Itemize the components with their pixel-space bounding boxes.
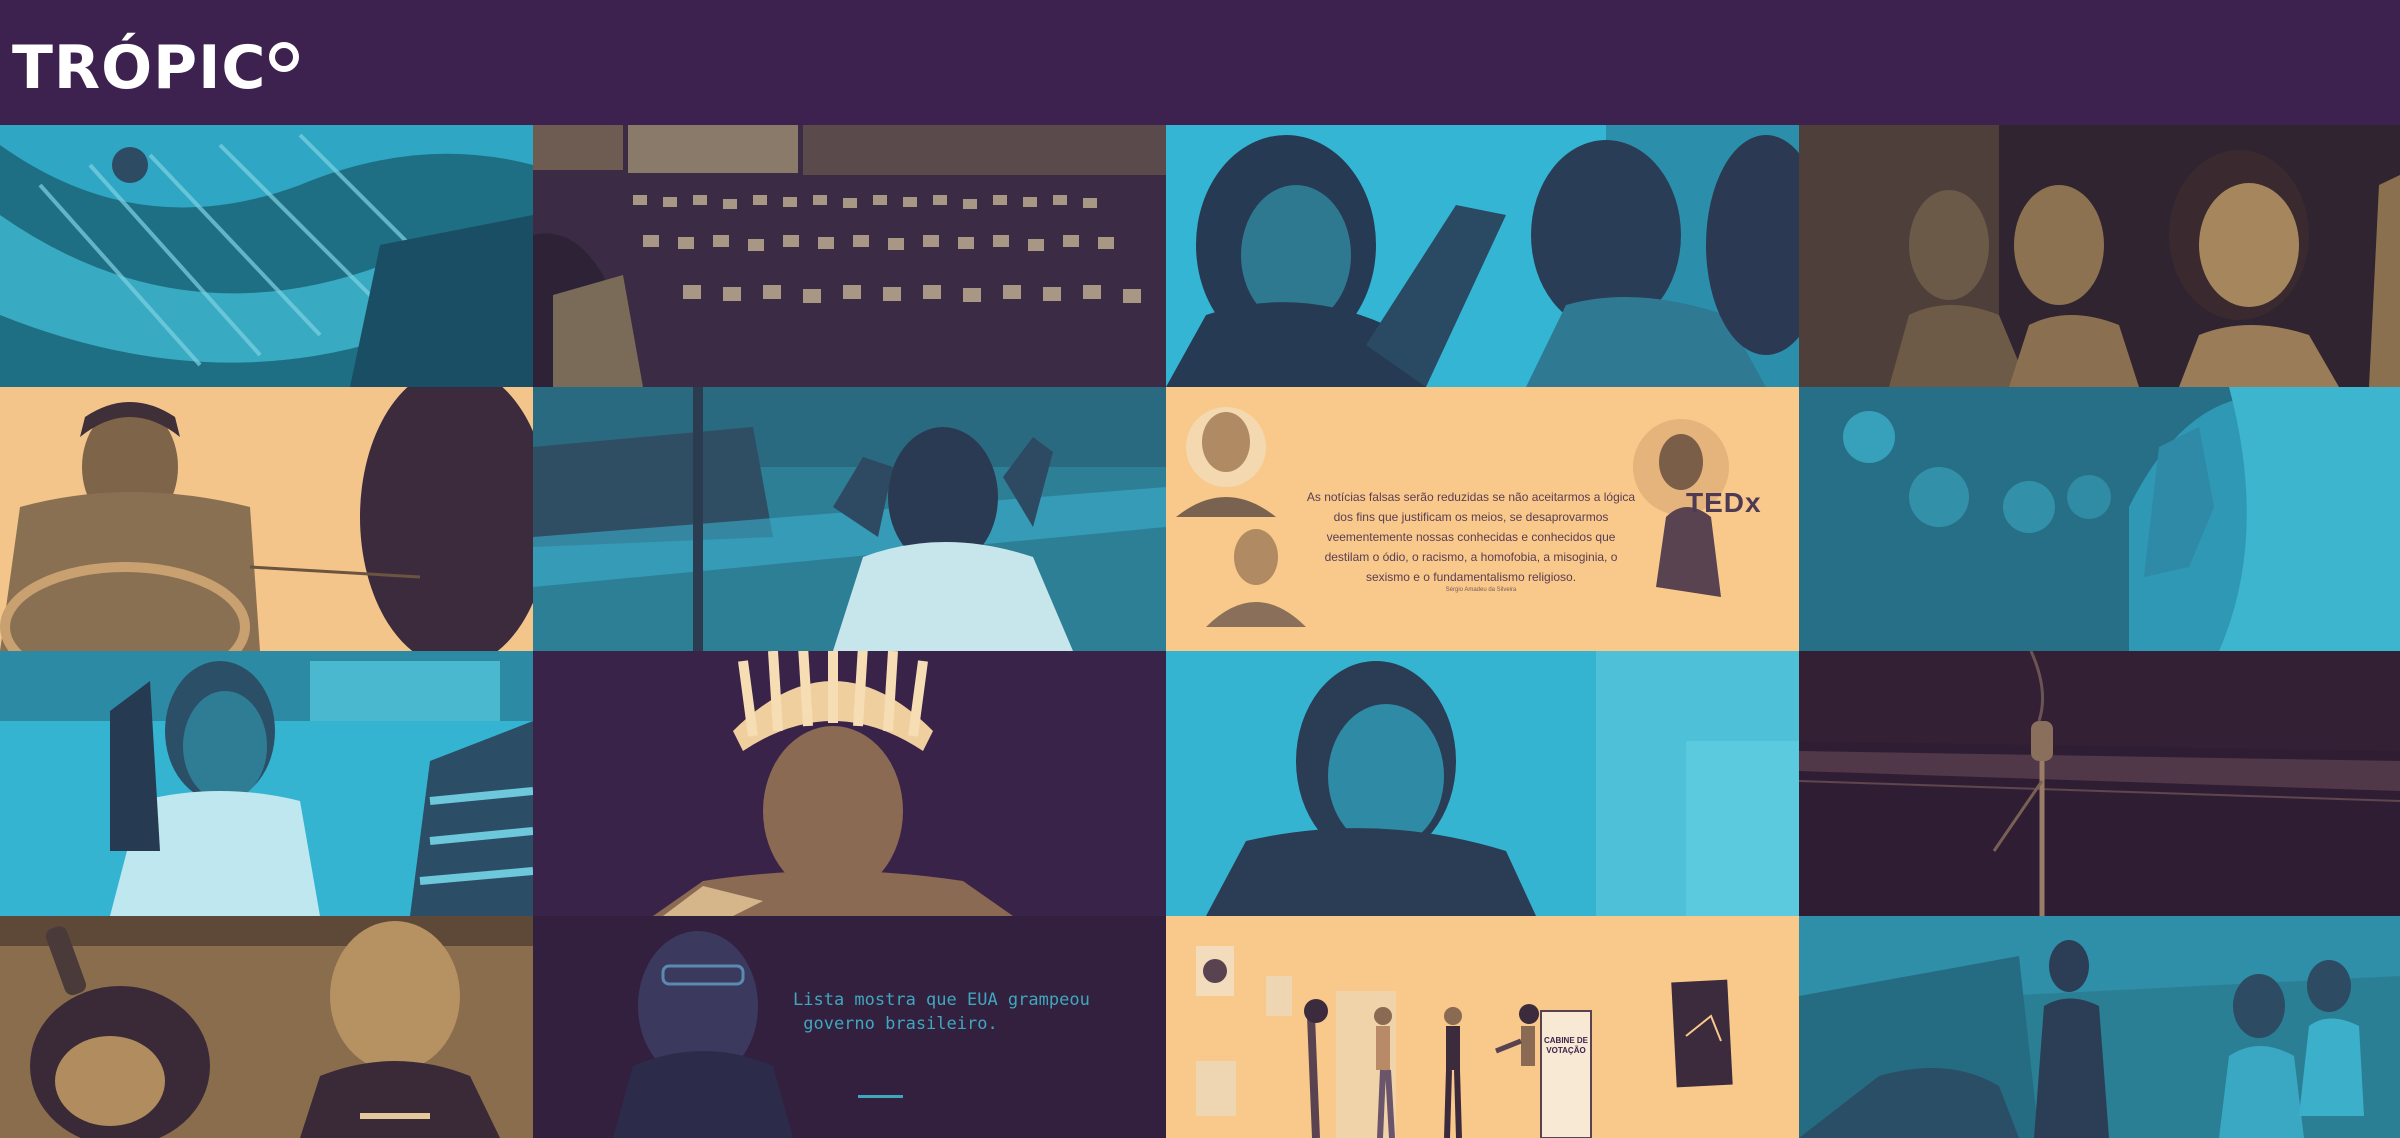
grid-tile-smiling-crowd[interactable] [1166, 125, 1799, 387]
grid-tile-veiled-woman[interactable] [1799, 387, 2400, 651]
tile-image [1166, 125, 1799, 387]
booth-label-line-1: CABINE DE [1543, 1036, 1588, 1045]
media-grid: As notícias falsas serão reduzidas se nã… [0, 125, 2400, 1138]
tile-image [1166, 651, 1799, 916]
headline-line-2: governo brasileiro. [793, 1014, 998, 1034]
grid-tile-singing[interactable] [0, 916, 533, 1138]
tile-image [1799, 125, 2400, 387]
tile-image [1166, 916, 1799, 1138]
ted-logo: TEDx [1686, 487, 1762, 518]
tile-image [0, 651, 533, 916]
grid-tile-audience[interactable] [1799, 125, 2400, 387]
tile-image [0, 916, 533, 1138]
grid-tile-young-woman[interactable] [1166, 651, 1799, 916]
headline-text: Lista mostra que EUA grampeou governo br… [793, 988, 1093, 1036]
grid-tile-headdress-elder[interactable] [533, 651, 1166, 916]
tile-image [1799, 916, 2400, 1138]
tile-image [0, 387, 533, 651]
tile-image [533, 387, 1166, 651]
headline-line-1: Lista mostra que EUA grampeou [793, 990, 1090, 1010]
grid-tile-quote-card[interactable]: As notícias falsas serão reduzidas se nã… [1166, 387, 1799, 651]
tile-image [1799, 651, 2400, 916]
grid-tile-auditorium[interactable] [533, 125, 1166, 387]
grid-tile-man-closeup[interactable] [0, 387, 533, 651]
grid-tile-voting-illustration[interactable]: CABINE DE VOTAÇÃO [1166, 916, 1799, 1138]
logo-text: TRÓPIC [12, 33, 267, 103]
logo-degree-mark [269, 42, 300, 72]
site-logo[interactable]: TRÓPIC [12, 30, 300, 106]
grid-tile-street-people[interactable] [1799, 916, 2400, 1138]
quote-text: As notícias falsas serão reduzidas se nã… [1306, 490, 1636, 584]
grid-tile-headline-screen[interactable]: Lista mostra que EUA grampeou governo br… [533, 916, 1166, 1138]
grid-tile-microphone[interactable] [1799, 651, 2400, 916]
site-header: TRÓPIC [0, 0, 2400, 125]
quote-author: Sérgio Amadeu da Silveira [1445, 587, 1517, 593]
tile-image [533, 125, 1166, 387]
grid-tile-child-hands[interactable] [533, 387, 1166, 651]
grid-tile-girl-smiling[interactable] [0, 651, 533, 916]
tile-image [533, 651, 1166, 916]
tile-image [0, 125, 533, 387]
booth-label-line-2: VOTAÇÃO [1546, 1046, 1586, 1055]
voting-booth-label: CABINE DE VOTAÇÃO [1538, 1036, 1594, 1056]
grid-tile-hammocks[interactable] [0, 125, 533, 387]
tile-image [1799, 387, 2400, 651]
